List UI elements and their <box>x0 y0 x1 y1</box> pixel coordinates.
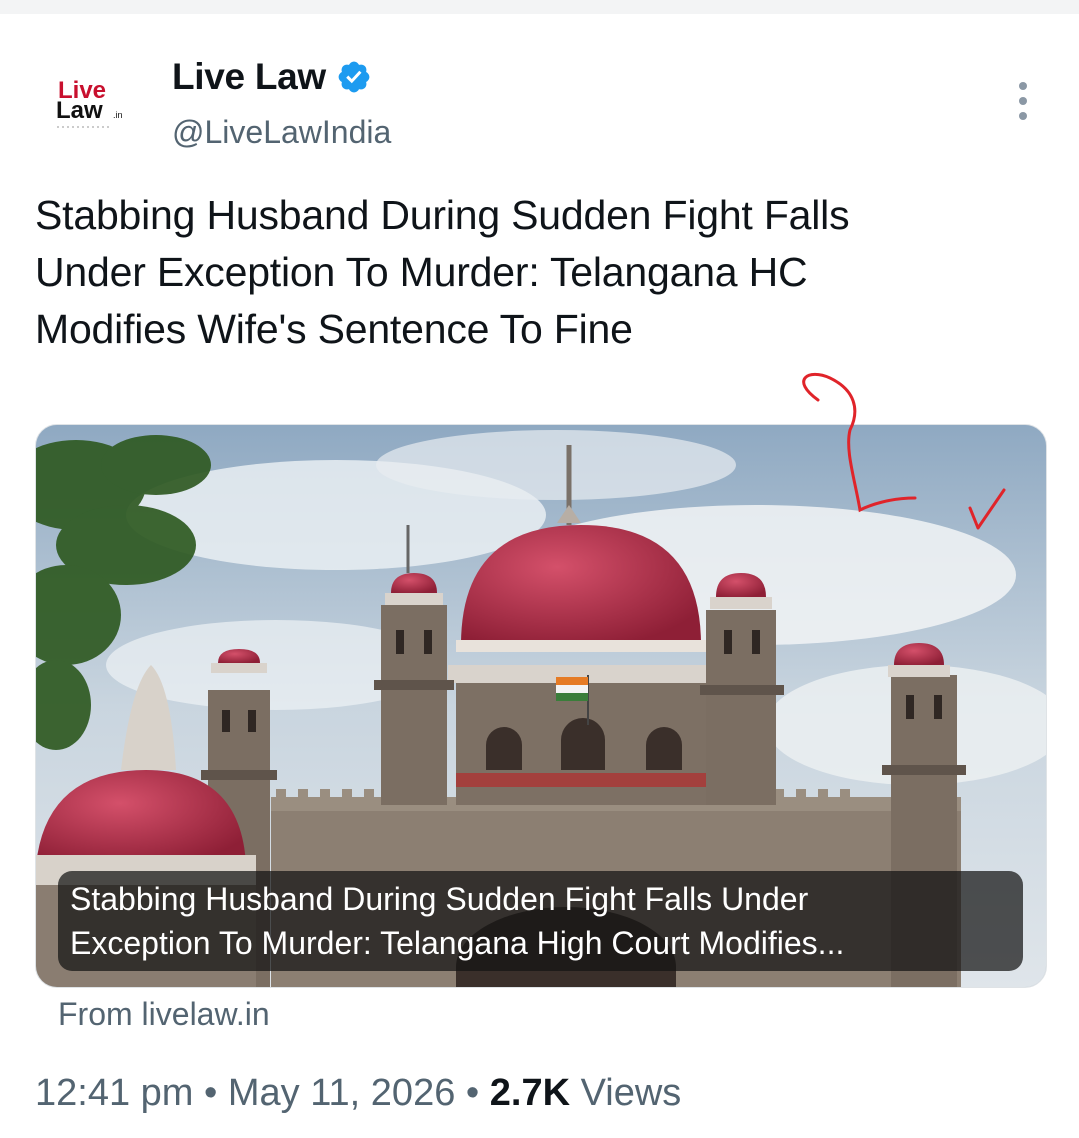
caption-line: Exception To Murder: Telangana High Cour… <box>70 925 845 961</box>
top-divider <box>0 0 1079 14</box>
link-source[interactable]: From livelaw.in <box>58 996 270 1033</box>
user-handle[interactable]: @LiveLawIndia <box>172 114 391 151</box>
link-card-title[interactable]: Stabbing Husband During Sudden Fight Fal… <box>58 871 1023 971</box>
avatar[interactable]: Live Law .in <box>30 55 140 165</box>
more-options-icon[interactable] <box>1002 82 1044 128</box>
tweet-text: Stabbing Husband During Sudden Fight Fal… <box>35 187 1045 358</box>
display-name[interactable]: Live Law <box>172 56 326 98</box>
tweet-time[interactable]: 12:41 pm <box>35 1072 193 1114</box>
caption-line: Stabbing Husband During Sudden Fight Fal… <box>70 881 809 917</box>
headline-line: Modifies Wife's Sentence To Fine <box>35 306 633 352</box>
svg-text:.in: .in <box>113 110 123 120</box>
author-row: Live Law <box>172 56 372 98</box>
views-label: Views <box>580 1072 682 1114</box>
svg-text:Law: Law <box>56 97 103 124</box>
live-law-logo: Live Law .in <box>56 77 123 128</box>
link-preview-card[interactable]: Stabbing Husband During Sudden Fight Fal… <box>35 424 1047 988</box>
tweet-meta: 12:41 pm • May 11, 2026 • 2.7K Views <box>35 1072 681 1115</box>
meta-separator: • <box>465 1072 480 1114</box>
headline-line: Under Exception To Murder: Telangana HC <box>35 249 808 295</box>
views-count: 2.7K <box>489 1072 571 1114</box>
verified-badge-icon <box>338 61 370 93</box>
tweet-date[interactable]: May 11, 2026 <box>228 1072 455 1114</box>
meta-separator: • <box>204 1072 218 1114</box>
headline-line: Stabbing Husband During Sudden Fight Fal… <box>35 192 850 238</box>
